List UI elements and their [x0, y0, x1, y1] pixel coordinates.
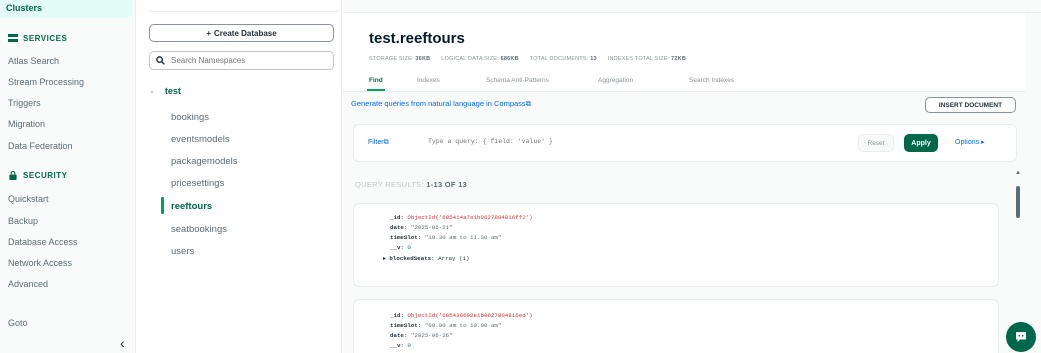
options-button[interactable]: Options ▸ [955, 138, 985, 146]
chat-icon [1016, 332, 1026, 342]
nav-item-stream-processing[interactable]: Stream Processing [8, 77, 84, 87]
doc-field: __v: 0 [390, 244, 411, 251]
stat-storage-size: STORAGE SIZE: 36KB [369, 56, 431, 62]
query-results-count: QUERY RESULTS: 1-13 OF 13 [355, 180, 468, 189]
filter-input[interactable] [428, 138, 728, 145]
document-card[interactable]: _id: ObjectId('685436602e1b0627804816ed'… [353, 299, 999, 353]
nav-item-backup[interactable]: Backup [8, 216, 38, 226]
left-navigation: Clusters SERVICES Atlas Search Stream Pr… [0, 0, 136, 353]
natural-language-query-link[interactable]: Generate queries from natural language i… [351, 99, 531, 109]
nav-item-goto[interactable]: Goto [8, 318, 28, 328]
insert-document-button[interactable]: INSERT DOCUMENT [925, 97, 1016, 113]
filter-label[interactable]: Filter⧉ [368, 139, 389, 147]
namespace-search-input[interactable] [171, 56, 331, 65]
create-database-label: Create Database [213, 28, 277, 38]
doc-field: timeSlot: "09.00 am to 10.00 am" [390, 322, 502, 329]
collection-tabs: Find Indexes Schema Anti-Patterns Aggreg… [343, 77, 823, 91]
scrollbar-thumb[interactable] [1016, 186, 1020, 218]
namespace-search[interactable] [149, 51, 334, 70]
doc-field: __v: 0 [390, 342, 411, 349]
nav-item-advanced[interactable]: Advanced [8, 279, 48, 289]
external-link-icon: ⧉ [525, 99, 532, 108]
nav-item-migration[interactable]: Migration [8, 119, 45, 129]
query-bar: Filter⧉ Reset Apply Options ▸ [353, 124, 1017, 162]
scroll-up-arrow[interactable]: ▲ [1015, 170, 1021, 176]
collection-view: test.reeftours STORAGE SIZE: 36KB LOGICA… [343, 0, 1041, 353]
doc-field: _id: ObjectId('685414a7e1b0627804816ff2'… [390, 214, 533, 221]
collection-packagemodels[interactable]: packagemodels [171, 156, 238, 167]
collection-eventsmodels[interactable]: eventsmodels [171, 134, 230, 145]
collection-bookings[interactable]: bookings [171, 112, 209, 123]
search-icon [156, 56, 165, 65]
doc-field: date: "2025-06-26" [390, 332, 453, 339]
doc-field: _id: ObjectId('685436602e1b0627804816ed'… [390, 312, 533, 319]
tab-indexes[interactable]: Indexes [417, 77, 440, 84]
plus-icon: + [206, 28, 211, 38]
collection-stats: STORAGE SIZE: 36KB LOGICAL DATA SIZE: 68… [369, 56, 686, 62]
collection-reeftours[interactable]: reeftours [171, 201, 212, 212]
external-link-icon: ⧉ [383, 139, 389, 146]
nav-item-clusters[interactable]: Clusters [0, 0, 132, 18]
services-section-header: SERVICES [8, 34, 67, 43]
namespace-topbar [149, 0, 339, 12]
collection-pricesettings[interactable]: pricesettings [171, 178, 224, 189]
services-icon [8, 34, 18, 42]
database-row-test[interactable]: ⌄ test [149, 86, 181, 96]
nav-item-quickstart[interactable]: Quickstart [8, 194, 49, 204]
tabs-divider [343, 91, 1025, 92]
security-label: SECURITY [23, 171, 68, 180]
tab-schema-anti-patterns[interactable]: Schema Anti-Patterns [486, 77, 549, 84]
caret-right-icon[interactable]: ▸ [383, 255, 386, 262]
tab-find[interactable]: Find [369, 77, 383, 84]
doc-field: timeSlot: "10.30 am to 11.30 am" [390, 234, 502, 241]
doc-field: date: "2025-06-21" [390, 224, 453, 231]
nav-item-triggers[interactable]: Triggers [8, 98, 41, 108]
nav-item-clusters-label: Clusters [6, 3, 43, 13]
active-collection-indicator [161, 197, 164, 214]
stat-logical-data-size: LOGICAL DATA SIZE: 686KB [441, 56, 519, 62]
chat-button[interactable] [1006, 322, 1036, 352]
stat-indexes-total-size: INDEXES TOTAL SIZE: 72KB [607, 56, 687, 62]
stat-total-documents: TOTAL DOCUMENTS: 13 [529, 56, 597, 62]
tab-aggregation[interactable]: Aggregation [598, 77, 633, 84]
namespace-panel: + Create Database ⌄ test bookings events… [137, 0, 342, 353]
collapse-nav-button[interactable]: ‹ [120, 335, 125, 351]
nav-item-atlas-search[interactable]: Atlas Search [8, 56, 59, 66]
database-name: test [164, 86, 181, 96]
services-label: SERVICES [23, 34, 68, 43]
collection-users[interactable]: users [171, 246, 194, 257]
lock-icon [9, 171, 17, 180]
document-card[interactable]: _id: ObjectId('685414a7e1b0627804816ff2'… [353, 203, 999, 287]
apply-button[interactable]: Apply [904, 134, 938, 152]
caret-right-icon: ▸ [981, 139, 985, 146]
tab-search-indexes[interactable]: Search Indexes [689, 77, 734, 84]
doc-field-expandable[interactable]: ▸ blockedSeats: Array (1) [383, 255, 469, 262]
reset-button[interactable]: Reset [858, 134, 894, 152]
security-section-header: SECURITY [8, 171, 67, 180]
nav-item-data-federation[interactable]: Data Federation [8, 141, 73, 151]
chevron-down-icon[interactable]: ⌄ [149, 87, 155, 95]
create-database-button[interactable]: + Create Database [149, 24, 334, 42]
nav-item-database-access[interactable]: Database Access [8, 237, 78, 247]
collection-seatbookings[interactable]: seatbookings [171, 224, 227, 235]
nav-item-network-access[interactable]: Network Access [8, 258, 72, 268]
nl-link-label: Generate queries from natural language i… [351, 99, 526, 108]
collection-title: test.reeftours [369, 30, 465, 47]
